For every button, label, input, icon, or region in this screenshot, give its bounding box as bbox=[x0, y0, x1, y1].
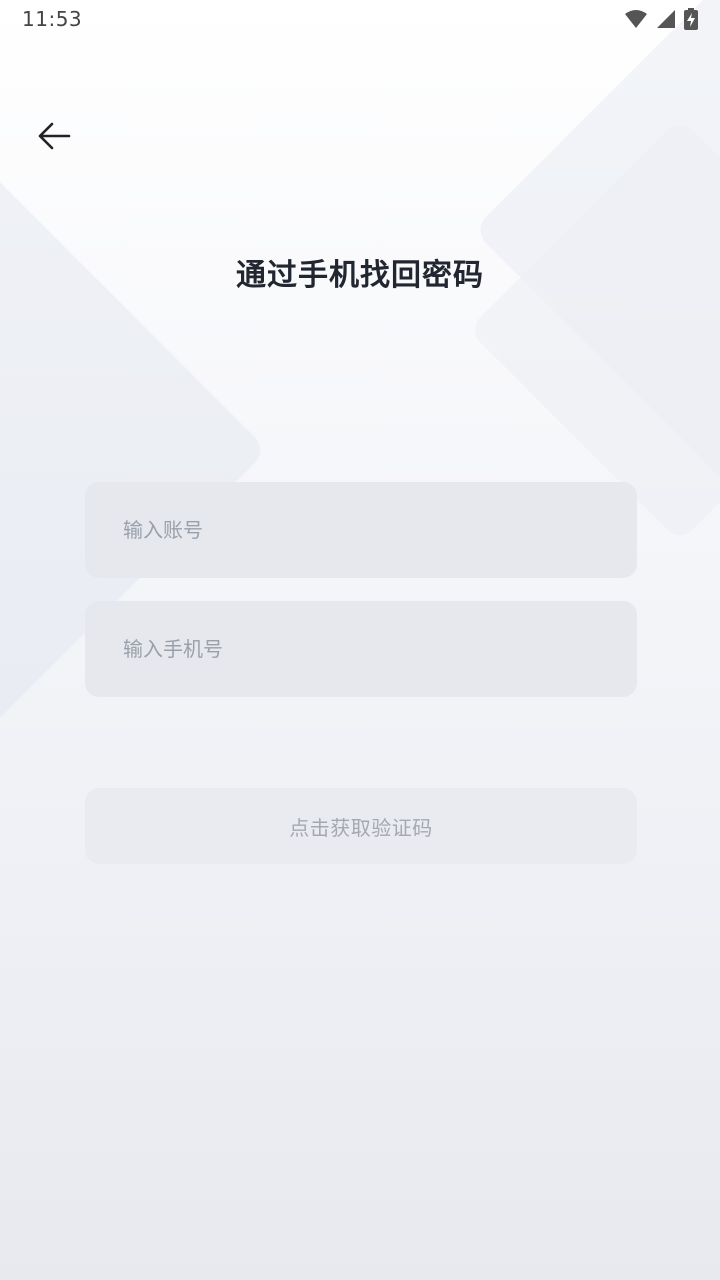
status-time: 11:53 bbox=[22, 7, 83, 31]
arrow-left-icon bbox=[37, 121, 71, 155]
battery-charging-icon bbox=[684, 8, 698, 30]
back-button[interactable] bbox=[28, 114, 80, 162]
wifi-icon bbox=[624, 9, 648, 29]
get-verification-code-button[interactable]: 点击获取验证码 bbox=[85, 788, 637, 864]
phone-input[interactable] bbox=[121, 600, 637, 698]
cellular-signal-icon bbox=[656, 9, 676, 29]
status-bar: 11:53 bbox=[0, 0, 720, 38]
phone-field[interactable] bbox=[85, 600, 637, 698]
background-shape bbox=[467, 117, 720, 543]
status-icons bbox=[624, 8, 698, 30]
account-field[interactable] bbox=[85, 481, 637, 579]
background-shape bbox=[0, 82, 268, 818]
account-input[interactable] bbox=[121, 481, 637, 579]
page-title: 通过手机找回密码 bbox=[236, 258, 484, 293]
